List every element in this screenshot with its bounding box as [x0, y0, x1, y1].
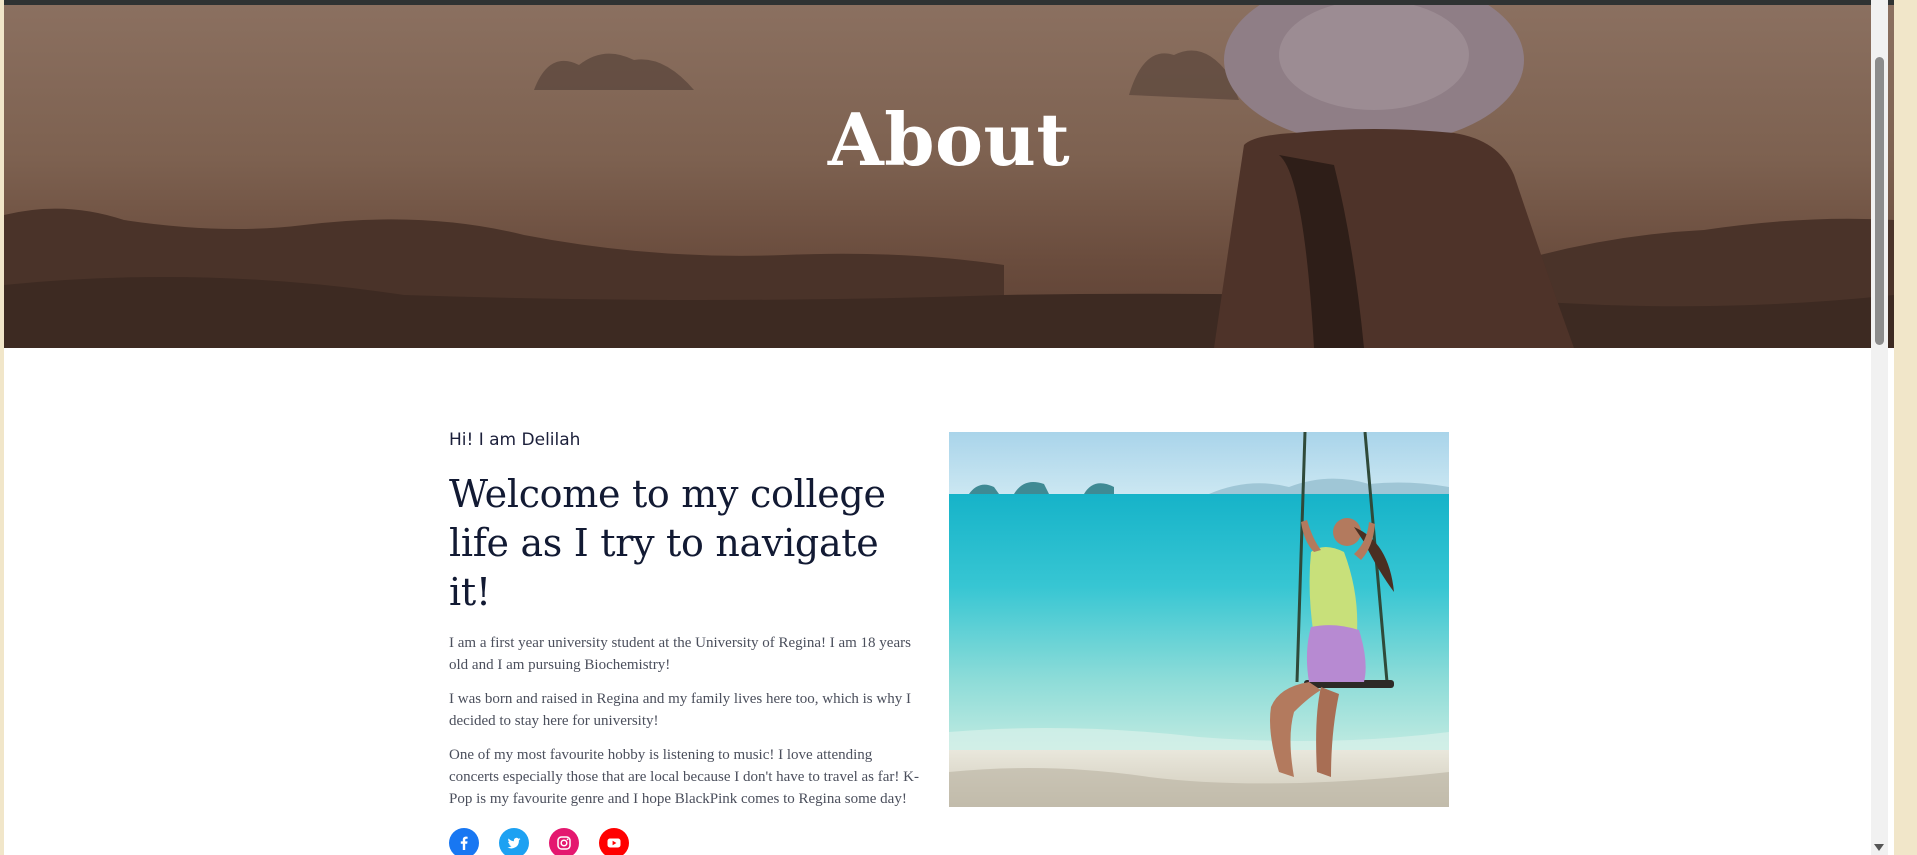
- twitter-link[interactable]: [499, 828, 529, 855]
- facebook-link[interactable]: [449, 828, 479, 855]
- page-viewport: About Hi! I am Delilah Welcome to my col…: [4, 0, 1894, 855]
- hero-banner: About: [4, 5, 1894, 348]
- beach-swing-image: [949, 432, 1449, 807]
- youtube-link[interactable]: [599, 828, 629, 855]
- about-intro-section: Hi! I am Delilah Welcome to my college l…: [449, 430, 919, 855]
- intro-paragraph: One of my most favourite hobby is listen…: [449, 747, 919, 807]
- instagram-icon: [557, 836, 571, 850]
- facebook-icon: [460, 836, 468, 850]
- intro-paragraph: I am a first year university student at …: [449, 635, 911, 673]
- intro-headline: Welcome to my college life as I try to n…: [449, 472, 886, 614]
- intro-paragraph: I was born and raised in Regina and my f…: [449, 691, 911, 729]
- vertical-scrollbar[interactable]: [1871, 0, 1888, 855]
- beach-swing-photo: [949, 432, 1449, 807]
- twitter-icon: [507, 837, 521, 849]
- intro-eyebrow: Hi! I am Delilah: [449, 430, 581, 450]
- page-title: About: [827, 97, 1071, 182]
- social-links: [449, 828, 919, 855]
- scrollbar-thumb[interactable]: [1875, 57, 1884, 345]
- scroll-down-arrow-icon[interactable]: [1874, 844, 1884, 851]
- youtube-icon: [607, 838, 621, 848]
- instagram-link[interactable]: [549, 828, 579, 855]
